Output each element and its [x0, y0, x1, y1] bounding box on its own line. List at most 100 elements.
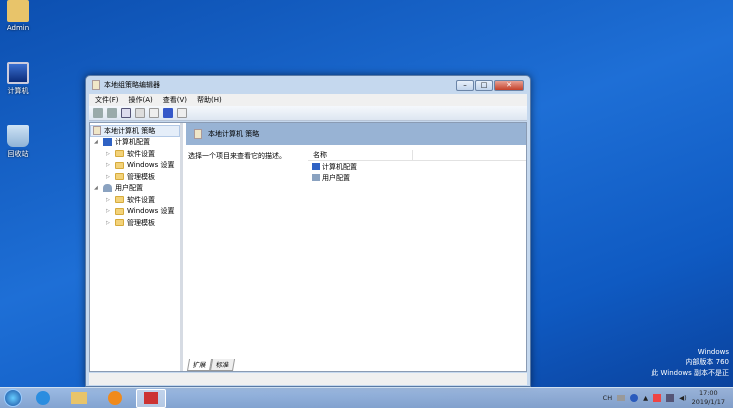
ie-icon: [36, 391, 50, 405]
network-icon[interactable]: [666, 394, 675, 402]
computer-config-icon: [103, 138, 112, 147]
tree-item-user-config[interactable]: ◢ 用户配置: [90, 183, 180, 195]
properties-icon[interactable]: [149, 108, 159, 118]
tree-item[interactable]: ▷ 软件设置: [90, 194, 180, 206]
watermark-line: 此 Windows 副本不是正: [651, 369, 729, 377]
taskbar-explorer[interactable]: [64, 389, 94, 408]
folder-icon: [115, 161, 124, 169]
menu-view[interactable]: 查看(V): [163, 95, 187, 105]
clock[interactable]: 17:00 2019/1/17: [692, 389, 725, 407]
show-hidden-icon[interactable]: ▲: [643, 394, 648, 402]
show-tree-icon[interactable]: [121, 108, 131, 118]
clock-time: 17:00: [698, 389, 718, 397]
icon-label: 计算机: [7, 87, 29, 95]
detail-title: 本地计算机 策略: [208, 130, 260, 138]
minimize-button[interactable]: –: [456, 80, 474, 91]
tree-label: 用户配置: [115, 184, 143, 193]
help-icon[interactable]: [163, 108, 173, 118]
taskbar: CH ▲ ◀) 17:00 2019/1/17: [0, 387, 733, 408]
menu-file[interactable]: 文件(F): [95, 95, 119, 105]
start-button[interactable]: [4, 389, 22, 407]
tree-label: Windows 设置: [127, 161, 175, 170]
content-area: 本地计算机 策略 ◢ 计算机配置 ▷ 软件设置 ▷ Windows 设置 ▷ 管理模板 …: [89, 122, 527, 372]
tree-label: 软件设置: [127, 195, 155, 204]
media-player-icon: [108, 391, 122, 405]
collapsed-icon[interactable]: ▷: [106, 197, 112, 203]
policy-icon: [194, 129, 202, 139]
collapsed-icon[interactable]: ▷: [106, 220, 112, 226]
detail-header: 本地计算机 策略: [186, 123, 526, 145]
collapsed-icon[interactable]: ▷: [106, 174, 112, 180]
computer-icon: [7, 62, 29, 84]
collapsed-icon[interactable]: ▷: [106, 151, 112, 157]
tree-pane: 本地计算机 策略 ◢ 计算机配置 ▷ 软件设置 ▷ Windows 设置 ▷ 管理模板 …: [90, 123, 183, 371]
taskbar-gpedit[interactable]: [136, 388, 166, 408]
folder-icon: [71, 392, 87, 404]
gpedit-window: 本地组策略编辑器 – □ ✕ 文件(F) 操作(A) 查看(V) 帮助(H) 本…: [85, 75, 531, 387]
tree-item[interactable]: ▷ 管理模板: [90, 171, 180, 183]
policy-icon: [92, 80, 100, 90]
desktop-icon-admin[interactable]: Admin: [2, 0, 34, 32]
list-item[interactable]: 用户配置: [308, 172, 526, 183]
icon-label: Admin: [6, 24, 30, 32]
tree-item-local-policy[interactable]: 本地计算机 策略: [90, 125, 180, 137]
close-button[interactable]: ✕: [494, 80, 524, 91]
taskbar-media-player[interactable]: [100, 389, 130, 408]
tree-label: 计算机配置: [115, 138, 150, 147]
folder-icon: [115, 173, 124, 181]
tree-label: Windows 设置: [127, 207, 175, 216]
list-item-label: 计算机配置: [322, 162, 357, 171]
desktop-icon-recycle-bin[interactable]: 回收站: [2, 125, 34, 159]
system-tray: CH ▲ ◀) 17:00 2019/1/17: [603, 388, 733, 408]
clock-date: 2019/1/17: [691, 398, 725, 406]
console-icon[interactable]: [177, 108, 187, 118]
action-center-icon[interactable]: [653, 394, 662, 402]
computer-config-icon: [312, 163, 320, 170]
watermark-line: Windows: [697, 348, 729, 356]
window-title: 本地组策略编辑器: [104, 81, 160, 89]
desktop-icon-computer[interactable]: 计算机: [2, 62, 34, 96]
tree-item[interactable]: ▷ Windows 设置: [90, 206, 180, 218]
recycle-bin-icon: [7, 125, 29, 147]
forward-icon[interactable]: [107, 108, 117, 118]
list-item[interactable]: 计算机配置: [308, 161, 526, 172]
folder-icon: [115, 150, 124, 158]
language-indicator[interactable]: CH: [603, 394, 612, 402]
collapsed-icon[interactable]: ▷: [106, 208, 112, 214]
status-bar: [89, 373, 527, 385]
watermark-line: 内部版本 760: [685, 358, 729, 366]
tree-label: 软件设置: [127, 149, 155, 158]
back-icon[interactable]: [93, 108, 103, 118]
detail-pane: 本地计算机 策略 选择一个项目来查看它的描述。 名称 计算机配置 用户配置 扩展…: [186, 123, 526, 371]
help-icon[interactable]: [630, 394, 639, 402]
export-icon[interactable]: [135, 108, 145, 118]
volume-icon[interactable]: ◀): [679, 394, 687, 402]
maximize-button[interactable]: □: [475, 80, 493, 91]
toolbar: [89, 106, 527, 121]
expanded-icon[interactable]: ◢: [94, 139, 100, 145]
description-text: 选择一个项目来查看它的描述。: [188, 152, 286, 160]
menu-help[interactable]: 帮助(H): [197, 95, 222, 105]
tree-item[interactable]: ▷ 管理模板: [90, 217, 180, 229]
menu-bar: 文件(F) 操作(A) 查看(V) 帮助(H): [89, 94, 527, 106]
tree-label: 管理模板: [127, 218, 155, 227]
item-list: 名称 计算机配置 用户配置: [308, 145, 526, 355]
tree-item-computer-config[interactable]: ◢ 计算机配置: [90, 137, 180, 149]
tree-item[interactable]: ▷ 软件设置: [90, 148, 180, 160]
tab-standard[interactable]: 标准: [209, 359, 236, 371]
expanded-icon[interactable]: ◢: [94, 185, 100, 191]
taskbar-ie[interactable]: [28, 389, 58, 408]
tree-label: 管理模板: [127, 172, 155, 181]
icon-label: 回收站: [7, 150, 29, 158]
collapsed-icon[interactable]: ▷: [106, 162, 112, 168]
tree-item[interactable]: ▷ Windows 设置: [90, 160, 180, 172]
user-folder-icon: [7, 0, 29, 22]
keyboard-icon[interactable]: [617, 395, 626, 401]
policy-icon: [93, 126, 101, 136]
folder-icon: [115, 207, 124, 215]
tab-extended[interactable]: 扩展: [186, 359, 213, 371]
list-item-label: 用户配置: [322, 173, 350, 182]
user-config-icon: [312, 174, 320, 181]
column-header-name[interactable]: 名称: [313, 149, 413, 160]
menu-action[interactable]: 操作(A): [129, 95, 153, 105]
